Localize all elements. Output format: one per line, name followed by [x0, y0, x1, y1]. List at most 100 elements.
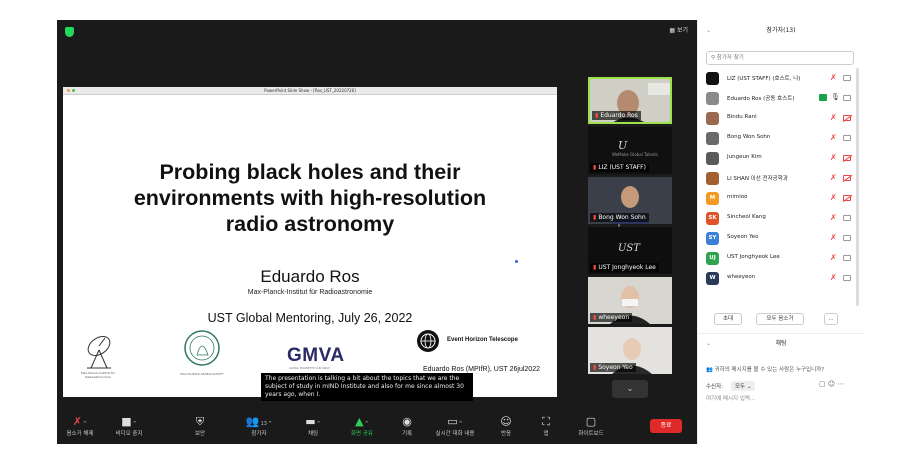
- avatar: SK: [706, 212, 719, 225]
- gallery-scroll-down-button[interactable]: ⌄: [612, 380, 648, 398]
- reactions-button[interactable]: ☺ 반응: [493, 415, 519, 437]
- video-camera-icon: ■^: [121, 415, 137, 428]
- mic-muted-icon: ▮: [593, 164, 597, 171]
- chat-button[interactable]: ▬^ 채팅: [295, 415, 331, 437]
- participant-name-label: ▮ UST Jonghyeok Lee: [590, 263, 659, 272]
- camera-icon: [843, 235, 851, 241]
- participant-search-input[interactable]: ⚲ 참가자 찾기: [706, 51, 854, 65]
- emoji-icon[interactable]: ☺: [828, 380, 835, 388]
- mic-muted-icon: ✗: [830, 233, 837, 242]
- view-button[interactable]: ▦ 보기: [669, 25, 688, 34]
- participant-list-scrollbar[interactable]: [856, 68, 859, 306]
- slide-title: Probing black holes and their environmen…: [133, 160, 487, 236]
- more-icon[interactable]: ⋯: [837, 380, 844, 388]
- more-options-button[interactable]: ...: [824, 313, 838, 325]
- chat-actions: ▢ ☺ ⋯: [819, 380, 844, 388]
- participant-row[interactable]: Eduardo Ros (공동 호스트) 🎙: [706, 90, 856, 107]
- participant-name-label: ▮ Eduardo Ros: [592, 111, 641, 120]
- video-tile[interactable]: ▮ Bong Won Sohn: [588, 177, 672, 224]
- file-icon[interactable]: ▢: [819, 380, 826, 388]
- end-meeting-button[interactable]: 종료: [650, 419, 682, 433]
- laser-pointer-icon: [515, 260, 518, 263]
- camera-icon: [843, 95, 851, 101]
- share-window-title: PowerPoint Slide Show - [Ros_UST_2022072…: [264, 88, 356, 93]
- cc-icon: ▭^: [447, 415, 463, 428]
- participant-row[interactable]: LIZ (UST STAFF) (호스트, 나) ✗: [706, 70, 856, 87]
- record-button[interactable]: ◉ 기록: [393, 415, 421, 437]
- participant-row[interactable]: Mmimioo ✗: [706, 190, 856, 207]
- video-tile[interactable]: ▮ Eduardo Ros: [588, 77, 672, 124]
- camera-off-icon: [843, 115, 851, 121]
- apps-icon: ⛶: [542, 415, 550, 428]
- video-tile[interactable]: U WeMake Global Talents ▮ LIZ (UST STAFF): [588, 127, 672, 174]
- participants-button[interactable]: 👥13^ 참가자: [237, 415, 281, 437]
- participant-name-label: ▮ Soyeon Yeo: [590, 363, 636, 372]
- video-tile[interactable]: ▮ Soyeon Yeo: [588, 327, 672, 374]
- avatar: [706, 172, 719, 185]
- screen-sharing-icon: [819, 94, 827, 101]
- chat-visibility-info[interactable]: 👥 귀하의 메시지를 볼 수 있는 사람은 누구입니까?: [706, 365, 824, 373]
- camera-off-icon: [843, 195, 851, 201]
- mpg-minerva-logo: [184, 330, 220, 366]
- participant-row[interactable]: SK Sincheol Kang ✗: [706, 210, 856, 227]
- participant-row[interactable]: SY Soyeon Yeo ✗: [706, 230, 856, 247]
- participants-panel: ⌄ 참가자(13) ⚲ 참가자 찾기 LIZ (UST STAFF) (호스트,…: [697, 20, 864, 444]
- participant-row[interactable]: Wwheeyeon ✗: [706, 270, 856, 287]
- share-screen-button[interactable]: ▲^ 화면 공유: [343, 415, 381, 437]
- mic-muted-icon: ▮: [593, 214, 597, 221]
- avatar: [706, 112, 719, 125]
- video-tile[interactable]: ▮ wheeyeon: [588, 277, 672, 324]
- mic-muted-icon: ✗: [830, 173, 837, 182]
- participant-row[interactable]: Jungeun Kim ✗: [706, 150, 856, 167]
- mic-icon: ▮: [595, 112, 599, 119]
- unmute-button[interactable]: ✗^ 음소거 해제: [63, 415, 97, 437]
- chat-message-input[interactable]: 여기에 메시지 입력...: [706, 394, 755, 402]
- mic-muted-icon: ✗: [830, 153, 837, 162]
- whiteboard-button[interactable]: ▢ 화이트보드: [571, 415, 611, 437]
- participant-name-label: ▮ LIZ (UST STAFF): [590, 163, 649, 172]
- mic-muted-icon: ✗^: [72, 415, 88, 428]
- mute-all-button[interactable]: 모두 음소거: [756, 313, 804, 325]
- live-caption: The presentation is talking a bit about …: [261, 373, 473, 401]
- mic-muted-icon: ✗: [830, 253, 837, 262]
- shield-icon: ⛨: [195, 415, 205, 428]
- invite-button[interactable]: 초대: [714, 313, 742, 325]
- camera-off-icon: [843, 175, 851, 181]
- chat-bubble-icon: ▬^: [305, 415, 321, 428]
- avatar: [706, 152, 719, 165]
- participant-row[interactable]: Bong Won Sohn ✗: [706, 130, 856, 147]
- gmva-logo-caption: GLOBAL MILLIMETER VLBI ARRAY: [289, 367, 331, 370]
- security-button[interactable]: ⛨ 보안: [185, 415, 215, 437]
- participant-row[interactable]: LI SHAN 이선 전자공학과 ✗: [706, 170, 856, 187]
- participants-title: 참가자(13): [766, 27, 796, 34]
- participants-icon: 👥13^: [245, 415, 273, 428]
- camera-icon: [843, 275, 851, 281]
- video-tile[interactable]: UST ▮ UST Jonghyeok Lee: [588, 227, 672, 274]
- live-transcript-button[interactable]: ▭^ 실시간 대화 내용: [425, 415, 485, 437]
- share-window-titlebar: PowerPoint Slide Show - [Ros_UST_2022072…: [63, 87, 557, 95]
- camera-icon: [843, 75, 851, 81]
- security-shield-icon[interactable]: [65, 27, 74, 37]
- chevron-down-icon: ⌄: [626, 384, 634, 394]
- svg-text:U: U: [618, 139, 628, 152]
- zoom-app: ▦ 보기 PowerPoint Slide Show - [Ros_UST_20…: [0, 0, 920, 460]
- mic-muted-icon: ✗: [830, 113, 837, 122]
- slide-author: Eduardo Ros: [260, 267, 360, 286]
- apps-button[interactable]: ⛶ 앱: [535, 415, 557, 437]
- mic-icon: 🎙: [831, 93, 840, 101]
- mpifr-telescope-logo: [87, 335, 111, 369]
- participant-row[interactable]: Bindu Rani ✗: [706, 110, 856, 127]
- stop-video-button[interactable]: ■^ 비디오 중지: [109, 415, 149, 437]
- avatar: M: [706, 192, 719, 205]
- camera-off-icon: [843, 155, 851, 161]
- slide-event: UST Global Mentoring, July 26, 2022: [207, 311, 413, 325]
- mic-muted-icon: ✗: [830, 273, 837, 282]
- recipient-select[interactable]: 모두 ⌄: [731, 381, 756, 391]
- grid-icon: ▦: [669, 27, 677, 34]
- avatar: UJ: [706, 252, 719, 265]
- slide-footer: Eduardo Ros (MPIfR), UST 26jul2022: [423, 366, 540, 373]
- mpifr-logo-caption: Max-Planck-Institut für Radioastronomie: [81, 371, 115, 379]
- mic-muted-icon: ✗: [830, 133, 837, 142]
- mic-muted-icon: ✗: [830, 73, 837, 82]
- participant-row[interactable]: UJ UST Jonghyeok Lee ✗: [706, 250, 856, 267]
